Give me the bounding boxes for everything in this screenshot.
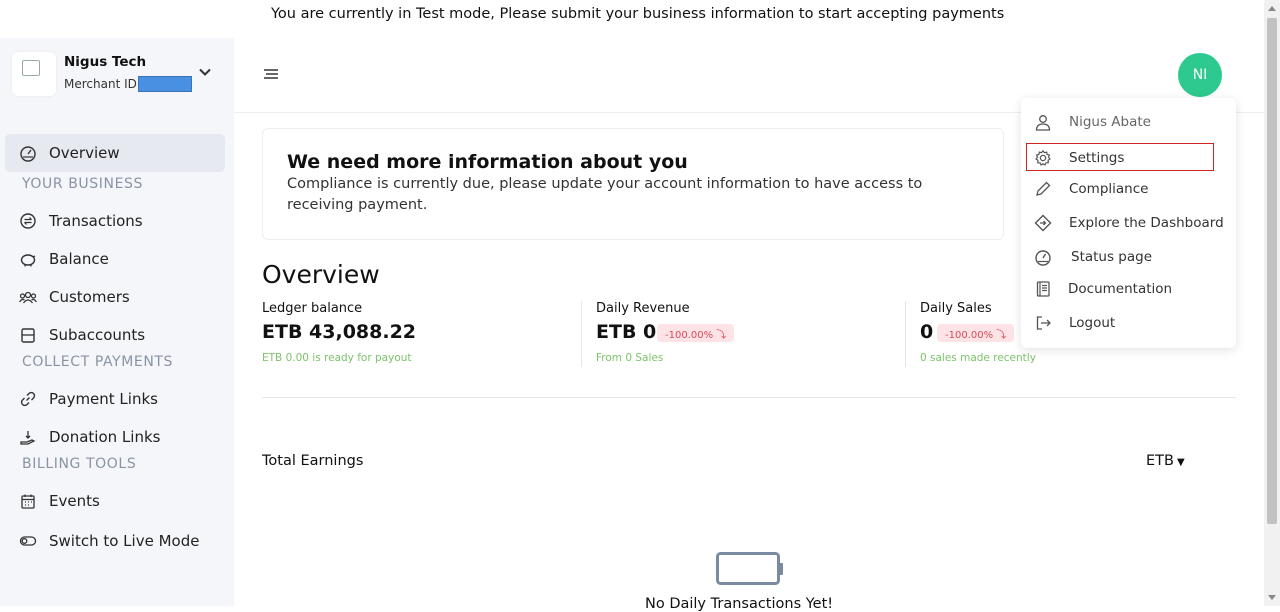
caret-down-icon: ▼: [1176, 457, 1185, 468]
stat-ledger-label: Ledger balance: [262, 301, 363, 316]
sidebar-item-label: Payment Links: [49, 390, 158, 408]
sidebar-item-label: Events: [49, 492, 100, 510]
user-dropdown-menu: Nigus Abate Settings Compliance Explore …: [1021, 98, 1236, 348]
menu-item-label: Settings: [1069, 150, 1125, 166]
stat-revenue-label: Daily Revenue: [596, 301, 690, 316]
section-divider: [262, 397, 1236, 398]
scroll-down-arrow-icon[interactable]: [1268, 593, 1276, 601]
menu-toggle-icon[interactable]: [262, 68, 280, 80]
sidebar-item-label: Transactions: [49, 212, 143, 230]
users-icon: [19, 288, 37, 306]
sidebar-item-label: Overview: [49, 144, 120, 162]
menu-item-profile[interactable]: Nigus Abate: [1021, 107, 1236, 137]
sidebar-item-switch-live-mode[interactable]: Switch to Live Mode: [5, 522, 225, 560]
sidebar-item-overview[interactable]: Overview: [5, 134, 225, 172]
gear-icon: [1035, 149, 1051, 166]
sidebar-item-label: Subaccounts: [49, 326, 146, 344]
empty-state-text: No Daily Transactions Yet!: [645, 596, 834, 612]
logout-icon: [1036, 316, 1051, 330]
stat-sales-badge: -100.00% ⤵: [937, 324, 1015, 342]
stat-ledger-sub: ETB 0.00 is ready for payout: [262, 352, 412, 364]
donation-icon: [19, 428, 37, 446]
sidebar-item-subaccounts[interactable]: Subaccounts: [5, 316, 225, 354]
banner-text: You are currently in Test mode, Please s…: [271, 6, 1005, 22]
menu-item-label: Status page: [1071, 249, 1153, 265]
section-your-business: YOUR BUSINESS: [22, 176, 143, 192]
gauge-icon: [1035, 250, 1051, 266]
sidebar-item-payment-links[interactable]: Payment Links: [5, 380, 225, 418]
stat-divider: [905, 301, 906, 367]
menu-item-logout[interactable]: Logout: [1021, 308, 1236, 338]
stat-sales-label: Daily Sales: [920, 301, 992, 316]
stat-revenue-badge: -100.00% ⤵: [657, 324, 735, 342]
broken-image-icon: [22, 60, 40, 76]
stat-revenue-sub: From 0 Sales: [596, 352, 664, 364]
merchant-name: Nigus Tech: [64, 54, 147, 70]
sidebar: Nigus Tech Merchant ID: Overview YOUR BU…: [0, 38, 234, 606]
menu-item-compliance[interactable]: Compliance: [1021, 174, 1236, 204]
stat-sales-value: 0: [920, 321, 934, 343]
pencil-icon: [1036, 181, 1051, 196]
sidebar-item-events[interactable]: Events: [5, 482, 225, 520]
toggle-icon: [19, 532, 37, 550]
sidebar-item-customers[interactable]: Customers: [5, 278, 225, 316]
menu-item-explore-dashboard[interactable]: Explore the Dashboard: [1021, 208, 1236, 238]
merchant-logo-card: [12, 52, 56, 96]
menu-item-label: Logout: [1069, 315, 1116, 331]
sidebar-item-label: Balance: [49, 250, 109, 268]
chevron-down-icon[interactable]: [197, 64, 213, 80]
calendar-icon: [19, 492, 37, 510]
notice-body: Compliance is currently due, please upda…: [287, 176, 923, 213]
stat-revenue-value: ETB 0: [596, 321, 657, 343]
menu-item-settings[interactable]: Settings: [1021, 143, 1236, 173]
sidebar-item-balance[interactable]: Balance: [5, 240, 225, 278]
menu-item-label: Compliance: [1069, 181, 1149, 197]
menu-item-status-page[interactable]: Status page: [1021, 242, 1236, 272]
stat-ledger-value: ETB 43,088.22: [262, 321, 417, 343]
total-earnings-title: Total Earnings: [262, 453, 364, 469]
stat-divider: [581, 301, 582, 367]
section-billing-tools: BILLING TOOLS: [22, 456, 137, 472]
merchant-id-value: [138, 76, 192, 92]
menu-item-label: Documentation: [1068, 281, 1173, 297]
merchant-id-label: Merchant ID:: [64, 77, 141, 91]
sidebar-item-transactions[interactable]: Transactions: [5, 202, 225, 240]
menu-item-label: Explore the Dashboard: [1069, 215, 1224, 231]
sidebar-item-label: Donation Links: [49, 428, 161, 446]
subaccounts-icon: [19, 326, 37, 344]
currency-dropdown[interactable]: ETB ▼: [1146, 453, 1185, 469]
battery-empty-icon: [716, 552, 783, 585]
link-icon: [19, 390, 37, 408]
sidebar-item-label: Customers: [49, 288, 130, 306]
book-icon: [1036, 281, 1050, 297]
overview-title: Overview: [262, 260, 380, 289]
test-mode-banner: You are currently in Test mode, Please s…: [0, 0, 1264, 34]
menu-item-documentation[interactable]: Documentation: [1021, 274, 1236, 304]
diamond-icon: [1034, 214, 1052, 232]
menu-item-label: Nigus Abate: [1069, 114, 1151, 130]
user-avatar[interactable]: NI: [1178, 53, 1222, 97]
exchange-icon: [19, 212, 37, 230]
dashboard-icon: [19, 144, 37, 162]
notice-title: We need more information about you: [287, 151, 688, 173]
stat-sales-sub: 0 sales made recently: [920, 352, 1036, 364]
user-icon: [1035, 115, 1051, 131]
sidebar-item-donation-links[interactable]: Donation Links: [5, 418, 225, 456]
compliance-notice: We need more information about you Compl…: [262, 128, 1004, 240]
scrollbar-thumb[interactable]: [1267, 18, 1277, 524]
sidebar-item-label: Switch to Live Mode: [49, 532, 200, 550]
currency-value: ETB: [1146, 453, 1174, 469]
scroll-up-arrow-icon[interactable]: [1268, 5, 1276, 13]
section-collect-payments: COLLECT PAYMENTS: [22, 354, 174, 370]
piggy-bank-icon: [19, 250, 37, 268]
